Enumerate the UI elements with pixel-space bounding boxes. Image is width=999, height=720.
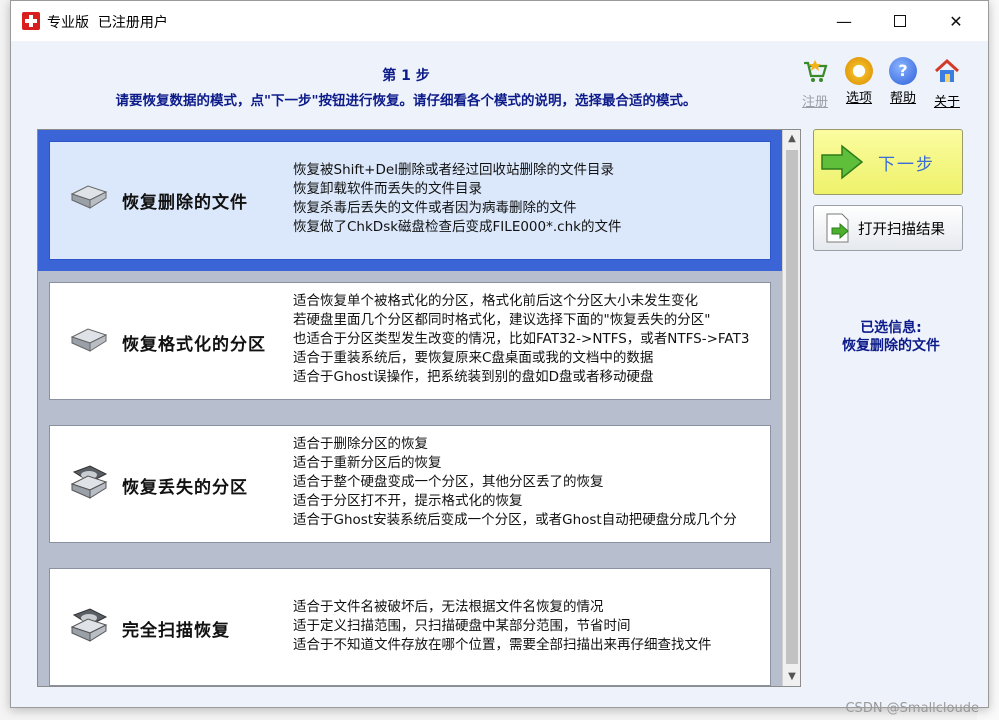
minimize-button[interactable]: — — [821, 1, 867, 41]
mode-description-line: 恢复做了ChkDsk磁盘检查后变成FILE000*.chk的文件 — [293, 219, 622, 235]
hard-disk-icon — [70, 185, 108, 209]
scrollbar-thumb[interactable] — [786, 150, 798, 664]
open-hard-disk-icon — [70, 465, 108, 499]
mode-card: 恢复删除的文件 恢复被Shift+Del删除或者经过回收站删除的文件目录 恢复卸… — [49, 141, 771, 260]
open-hard-disk-icon — [70, 608, 108, 642]
mode-card: 恢复丢失的分区 适合于删除分区的恢复 适合于重新分区后的恢复 适合于整个硬盘变成… — [49, 425, 771, 543]
options-link[interactable]: 选项 — [843, 57, 875, 110]
mode-description-line: 适于定义扫描范围，只扫描硬盘中某部分范围，节省时间 — [293, 618, 631, 634]
mode-name: 完全扫描恢复 — [122, 621, 230, 641]
mode-card: 完全扫描恢复 适合于文件名被破坏后，无法根据文件名恢复的情况 适于定义扫描范围，… — [49, 568, 771, 686]
mode-description-line: 适合于整个硬盘变成一个分区，其他分区丢了的恢复 — [293, 474, 604, 490]
mode-description-line: 适合于不知道文件存放在哪个位置，需要全部扫描出来再仔细查找文件 — [293, 637, 712, 653]
mode-description-line: 适合恢复单个被格式化的分区，格式化前后这个分区大小未发生变化 — [293, 293, 698, 309]
mode-description: 适合于文件名被破坏后，无法根据文件名恢复的情况 适于定义扫描范围，只扫描硬盘中某… — [293, 598, 712, 655]
mode-description-line: 适合于Ghost安装系统后变成一个分区，或者Ghost自动把硬盘分成几个分 — [293, 512, 737, 528]
open-scan-results-label: 打开扫描结果 — [858, 221, 945, 238]
step-title: 第 1 步 — [382, 68, 430, 84]
client-area: 第 1 步 请要恢复数据的模式，点"下一步"按钮进行恢复。请仔细看各个模式的说明… — [11, 41, 988, 707]
title-bar: 专业版 已注册用户 — ✕ — [11, 1, 988, 41]
mode-description-line: 恢复杀毒后丢失的文件或者因为病毒删除的文件 — [293, 200, 577, 216]
mode-description: 适合恢复单个被格式化的分区，格式化前后这个分区大小未发生变化 若硬盘里面几个分区… — [293, 292, 749, 387]
maximize-button[interactable] — [877, 1, 923, 41]
scroll-down-arrow-icon[interactable]: ▼ — [783, 668, 801, 686]
close-button[interactable]: ✕ — [933, 1, 979, 41]
mode-description-line: 适合于分区打不开，提示格式化的恢复 — [293, 493, 523, 509]
mode-list-viewport: 恢复删除的文件 恢复被Shift+Del删除或者经过回收站删除的文件目录 恢复卸… — [38, 130, 782, 686]
maximize-icon — [894, 15, 906, 27]
window-title: 专业版 已注册用户 — [47, 15, 168, 31]
mode-name: 恢复删除的文件 — [122, 193, 248, 213]
selected-info-label: 已选信息: — [860, 320, 922, 336]
mode-name: 恢复格式化的分区 — [122, 335, 266, 355]
gear-icon — [845, 57, 873, 85]
next-step-button[interactable]: 下一步 — [813, 129, 963, 195]
top-toolbar: 注册 选项 ? 帮助 关于 — [799, 57, 963, 110]
mode-item-formatted-partition[interactable]: 恢复格式化的分区 适合恢复单个被格式化的分区，格式化前后这个分区大小未发生变化 … — [38, 271, 782, 414]
right-arrow-icon — [821, 144, 864, 180]
about-link[interactable]: 关于 — [931, 57, 963, 110]
mode-name: 恢复丢失的分区 — [122, 478, 248, 498]
watermark: CSDN @Smallcloude — [845, 701, 979, 716]
mode-description-line: 适合于重装系统后，要恢复原来C盘桌面或我的文档中的数据 — [293, 350, 654, 366]
step-description: 请要恢复数据的模式，点"下一步"按钮进行恢复。请仔细看各个模式的说明，选择最合适… — [115, 93, 697, 109]
help-label: 帮助 — [889, 91, 916, 106]
mode-item-deleted-files[interactable]: 恢复删除的文件 恢复被Shift+Del删除或者经过回收站删除的文件目录 恢复卸… — [38, 130, 782, 271]
selected-info: 已选信息: 恢复删除的文件 — [811, 319, 971, 355]
mode-description-line: 若硬盘里面几个分区都同时格式化，建议选择下面的"恢复丢失的分区" — [293, 312, 711, 328]
step-header: 第 1 步 请要恢复数据的模式，点"下一步"按钮进行恢复。请仔细看各个模式的说明… — [11, 65, 801, 109]
document-arrow-icon — [826, 213, 849, 243]
mode-description: 恢复被Shift+Del删除或者经过回收站删除的文件目录 恢复卸载软件而丢失的文… — [293, 161, 621, 237]
scroll-up-arrow-icon[interactable]: ▲ — [783, 130, 801, 148]
next-step-label: 下一步 — [878, 154, 935, 175]
register-label: 注册 — [801, 95, 828, 110]
about-label: 关于 — [933, 95, 960, 110]
mode-item-lost-partition[interactable]: 恢复丢失的分区 适合于删除分区的恢复 适合于重新分区后的恢复 适合于整个硬盘变成… — [38, 414, 782, 557]
options-label: 选项 — [845, 91, 872, 106]
mode-description: 适合于删除分区的恢复 适合于重新分区后的恢复 适合于整个硬盘变成一个分区，其他分… — [293, 435, 737, 530]
register-link[interactable]: 注册 — [799, 57, 831, 110]
cart-icon — [804, 60, 828, 82]
mode-item-full-scan[interactable]: 完全扫描恢复 适合于文件名被破坏后，无法根据文件名恢复的情况 适于定义扫描范围，… — [38, 557, 782, 686]
open-scan-results-button[interactable]: 打开扫描结果 — [813, 205, 963, 251]
selected-info-value: 恢复删除的文件 — [842, 338, 940, 354]
help-link[interactable]: ? 帮助 — [887, 57, 919, 110]
mode-description-line: 恢复卸载软件而丢失的文件目录 — [293, 181, 482, 197]
help-icon: ? — [889, 57, 917, 85]
mode-description-line: 也适合于分区类型发生改变的情况，比如FAT32->NTFS，或者NTFS->FA… — [293, 331, 750, 347]
home-icon — [934, 58, 960, 82]
mode-list-scrollbar[interactable]: ▲ ▼ — [782, 130, 800, 686]
mode-description-line: 恢复被Shift+Del删除或者经过回收站删除的文件目录 — [293, 162, 614, 178]
hard-disk-icon — [70, 328, 108, 352]
mode-description-line: 适合于文件名被破坏后，无法根据文件名恢复的情况 — [293, 599, 604, 615]
mode-list: 恢复删除的文件 恢复被Shift+Del删除或者经过回收站删除的文件目录 恢复卸… — [37, 129, 801, 687]
mode-description-line: 适合于Ghost误操作，把系统装到别的盘如D盘或者移动硬盘 — [293, 369, 654, 385]
mode-description-line: 适合于重新分区后的恢复 — [293, 455, 442, 471]
mode-card: 恢复格式化的分区 适合恢复单个被格式化的分区，格式化前后这个分区大小未发生变化 … — [49, 282, 771, 400]
app-logo-icon — [22, 12, 40, 30]
app-window: 专业版 已注册用户 — ✕ 第 1 步 请要恢复数据的模式，点"下一步"按钮进行… — [10, 0, 989, 708]
mode-description-line: 适合于删除分区的恢复 — [293, 436, 428, 452]
